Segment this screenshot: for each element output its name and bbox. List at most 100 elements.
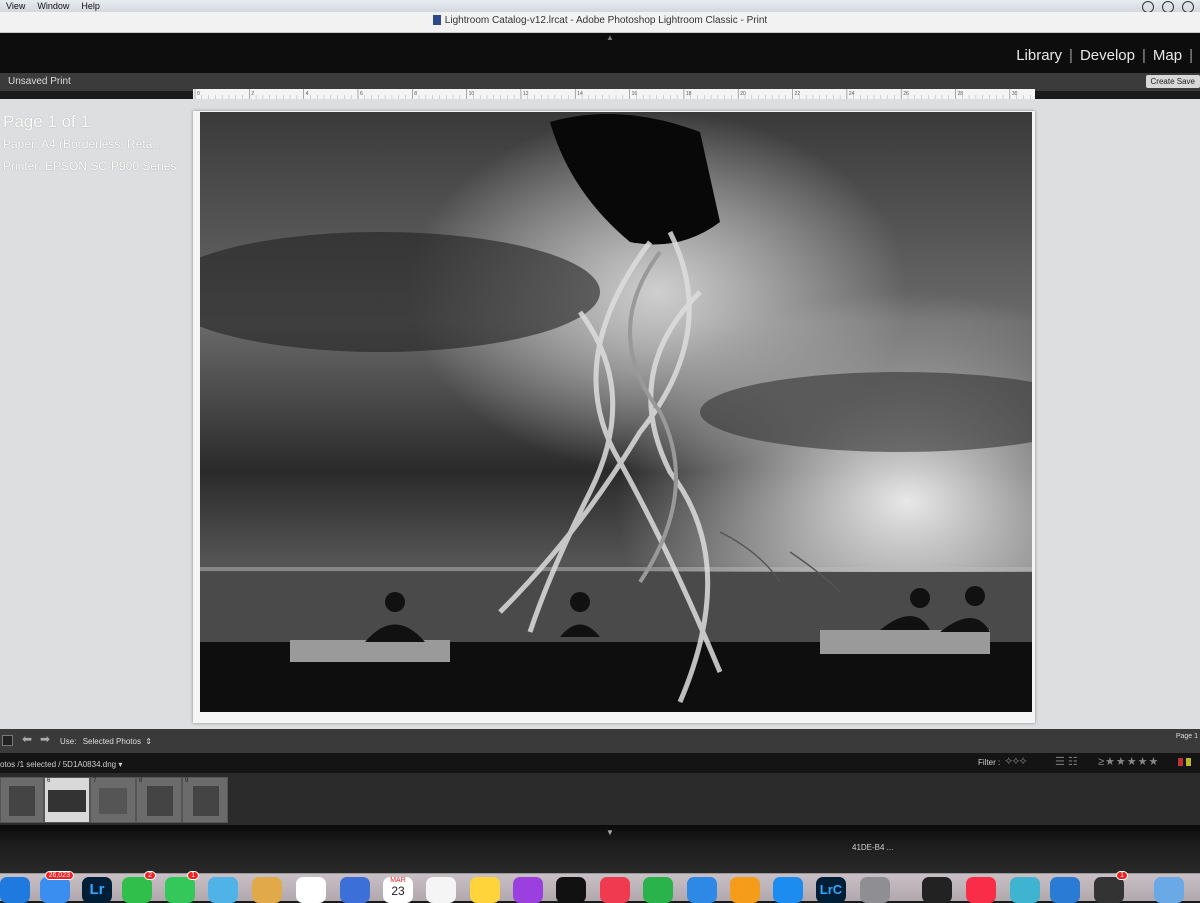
- module-develop[interactable]: Develop: [1080, 47, 1135, 64]
- module-map[interactable]: Map: [1153, 47, 1182, 64]
- pages-icon[interactable]: [730, 877, 760, 903]
- use-label: Use:: [60, 737, 77, 746]
- use-value[interactable]: Selected Photos: [83, 737, 141, 746]
- window-titlebar: Lightroom Catalog-v12.lrcat - Adobe Phot…: [0, 12, 1200, 33]
- ruler-label: 30: [1012, 91, 1018, 97]
- filmstrip-thumb[interactable]: [0, 777, 44, 823]
- chevron-updown-icon[interactable]: ⇕: [145, 737, 152, 746]
- menu-view[interactable]: View: [0, 1, 31, 11]
- mail-badge: 26,023: [44, 871, 74, 880]
- filmstrip-source[interactable]: otos /1 selected / 5D1A0834.dng ▾: [0, 760, 122, 769]
- module-separator: |: [1142, 47, 1146, 64]
- ruler-label: 18: [686, 91, 692, 97]
- filmstrip: 6 7 8 9: [0, 773, 1200, 825]
- safari-icon[interactable]: [0, 877, 30, 903]
- ruler-label: 14: [577, 91, 583, 97]
- ruler-label: 4: [306, 91, 309, 97]
- menu-help[interactable]: Help: [75, 1, 106, 11]
- page-count: Page 1 of 1: [3, 112, 90, 131]
- stop-square-icon[interactable]: [2, 735, 13, 746]
- ruler-label: 12: [523, 91, 529, 97]
- color-label-red[interactable]: [1178, 758, 1183, 766]
- ruler-label: 10: [469, 91, 475, 97]
- messages-badge: 1: [187, 871, 199, 880]
- ruler-label: 8: [414, 91, 417, 97]
- lightroom-classic-icon[interactable]: LrC: [816, 877, 846, 903]
- paper-info: Paper: A4 (Borderless, Reta...: [3, 137, 163, 151]
- podcasts-icon[interactable]: [513, 877, 543, 903]
- window-title: Lightroom Catalog-v12.lrcat - Adobe Phot…: [444, 15, 768, 26]
- collapse-top-icon[interactable]: ▲: [606, 33, 614, 42]
- mail-icon[interactable]: 26,023: [40, 871, 74, 903]
- thumb-image: [9, 786, 35, 816]
- selection-count: otos /1 selected /: [0, 760, 61, 769]
- thumb-image: [99, 788, 127, 814]
- calendar-month: MAR: [390, 877, 406, 884]
- page-label: Page 1: [1175, 733, 1198, 740]
- filmstrip-thumb[interactable]: 8: [136, 777, 182, 823]
- tv-icon[interactable]: [556, 877, 586, 903]
- filmstrip-thumb[interactable]: 7: [90, 777, 136, 823]
- menu-window[interactable]: Window: [31, 1, 75, 11]
- folder-icon[interactable]: [1154, 877, 1184, 903]
- app-store-icon[interactable]: [773, 877, 803, 903]
- thumb-image: [48, 790, 86, 812]
- ruler-label: 20: [740, 91, 746, 97]
- numbers-icon[interactable]: [643, 877, 673, 903]
- create-saved-print-button[interactable]: Create Save: [1145, 75, 1200, 88]
- next-arrow-icon[interactable]: ➡: [40, 732, 50, 746]
- module-picker: Library | Develop | Map |: [1016, 47, 1200, 64]
- notes-icon[interactable]: [470, 877, 500, 903]
- thumb-image: [193, 786, 219, 816]
- maps-icon[interactable]: [208, 877, 238, 903]
- thumb-number: 7: [93, 778, 97, 784]
- list-filter-icons[interactable]: ☰ ☷: [1055, 755, 1078, 768]
- document-icon: [432, 15, 441, 26]
- reminders-icon[interactable]: [426, 877, 456, 903]
- chevron-down-icon[interactable]: ▾: [118, 760, 122, 769]
- filter-label: Filter :: [978, 758, 1001, 767]
- app-icon[interactable]: [1010, 877, 1040, 903]
- module-separator: |: [1069, 47, 1073, 64]
- use-selector[interactable]: Use: Selected Photos ⇕: [60, 737, 152, 746]
- page-info-overlay: Page 1 of 1 Paper: A4 (Borderless, Reta.…: [3, 111, 176, 177]
- color-label-yellow[interactable]: [1186, 758, 1191, 766]
- messages-icon[interactable]: 1: [165, 871, 199, 903]
- photos-icon[interactable]: [296, 877, 326, 903]
- system-settings-icon[interactable]: [860, 877, 890, 903]
- ruler-label: 2: [251, 91, 254, 97]
- terminal-icon[interactable]: [922, 877, 952, 903]
- module-separator: |: [1189, 47, 1193, 64]
- music-icon[interactable]: [966, 877, 996, 903]
- collapse-bottom-icon[interactable]: ▼: [606, 828, 614, 837]
- ruler-label: 22: [795, 91, 801, 97]
- calendar-icon[interactable]: MAR 23: [383, 877, 413, 903]
- app-icon[interactable]: 1: [1094, 871, 1128, 903]
- keynote-icon[interactable]: [687, 877, 717, 903]
- preview-icon[interactable]: [340, 877, 370, 903]
- filmstrip-thumb[interactable]: 9: [182, 777, 228, 823]
- filmstrip-thumb-selected[interactable]: 6: [44, 777, 90, 823]
- calendar-day: 23: [391, 884, 405, 898]
- mac-menubar: View Window Help: [0, 0, 1200, 13]
- lightroom-icon[interactable]: Lr: [82, 877, 112, 903]
- mac-dock: 26,023 Lr 2 1 MAR 23 LrC 1: [0, 871, 1200, 903]
- news-icon[interactable]: [600, 877, 630, 903]
- contacts-icon[interactable]: [252, 877, 282, 903]
- desktop-text: 41DE-B4 ...: [852, 843, 894, 852]
- flag-filter-icons[interactable]: ⟡⟡⟡: [1005, 755, 1027, 768]
- star-filter[interactable]: ≥★★★★★: [1098, 755, 1159, 768]
- desktop-background: ▼ 41DE-B4 ...: [0, 825, 1200, 875]
- selected-filename: 5D1A0834.dng: [62, 760, 117, 769]
- printer-info: Printer: EPSON SC-P900 Series: [3, 159, 177, 173]
- ruler-label: 16: [632, 91, 638, 97]
- unsaved-print-label: Unsaved Print: [8, 76, 71, 87]
- prev-arrow-icon[interactable]: ⬅: [22, 732, 32, 746]
- app-icon[interactable]: [1050, 877, 1080, 903]
- lr-identity-plate: ▲ Library | Develop | Map |: [0, 33, 1200, 73]
- ruler-label: 26: [903, 91, 909, 97]
- thumb-number: 8: [139, 778, 143, 784]
- facetime-icon[interactable]: 2: [122, 871, 156, 903]
- print-photo[interactable]: [200, 112, 1032, 712]
- module-library[interactable]: Library: [1016, 47, 1062, 64]
